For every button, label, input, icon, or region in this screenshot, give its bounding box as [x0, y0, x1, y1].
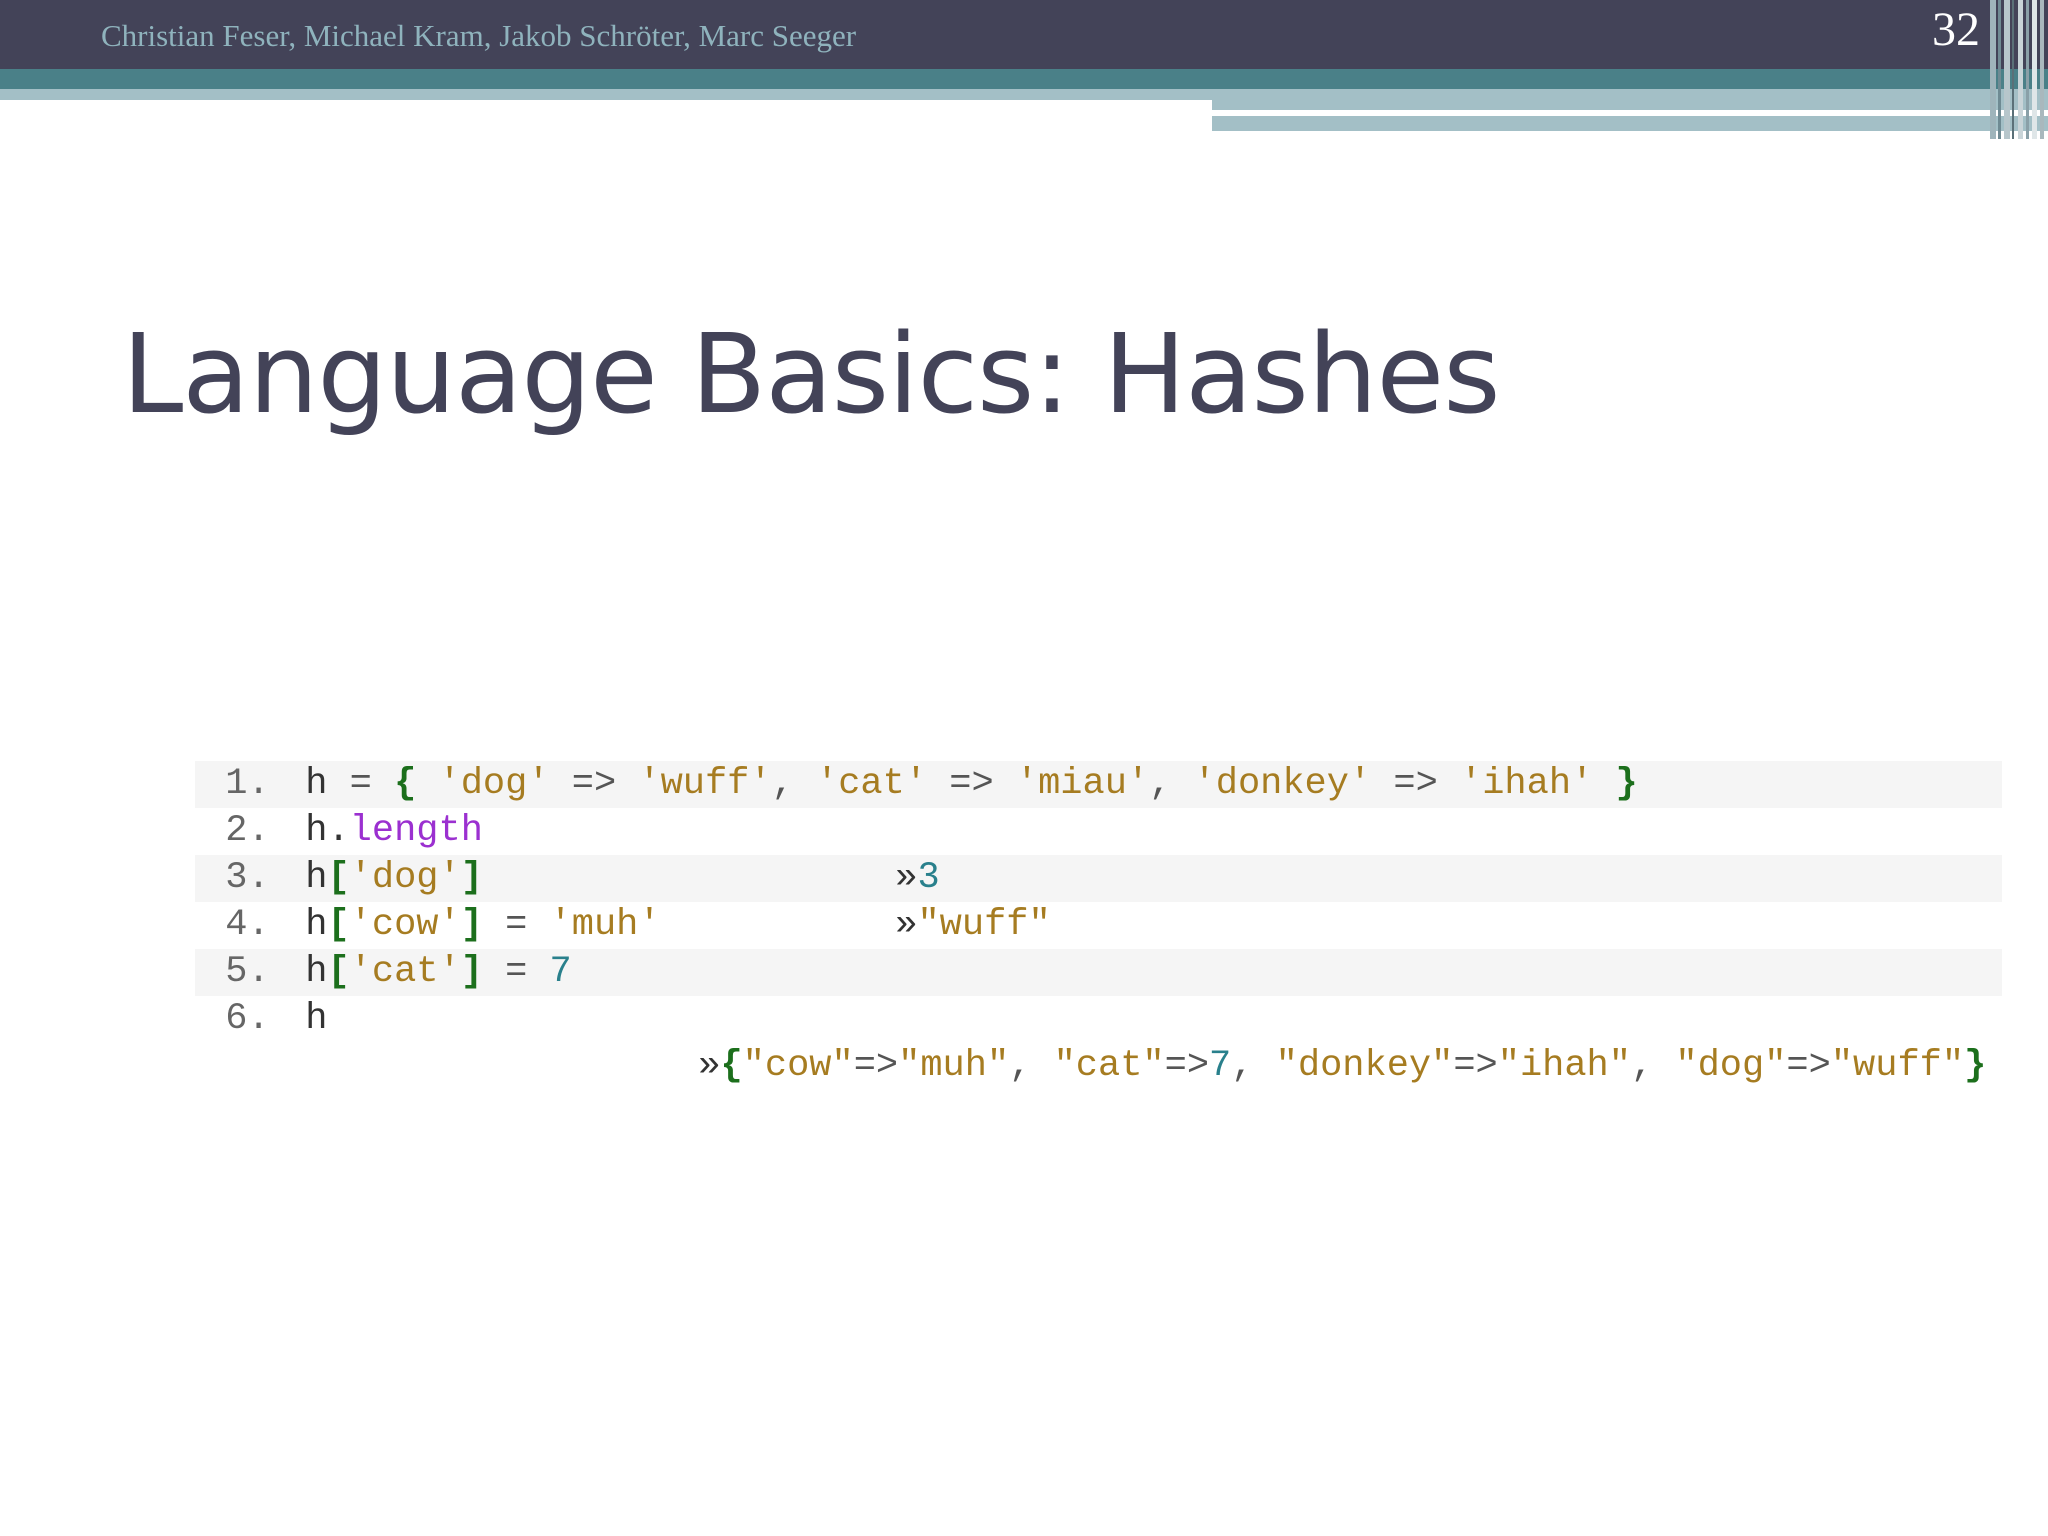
code-token: h — [305, 998, 328, 1040]
code-token: = — [327, 763, 395, 805]
code-token: 'dog' — [416, 763, 550, 805]
code-token: 'miau' — [1015, 763, 1150, 805]
code-block: 1. h = { 'dog' => 'wuff', 'cat' => 'miau'… — [92, 714, 2002, 1087]
code-token: { — [720, 1045, 743, 1087]
code-token: . — [327, 810, 350, 852]
code-token: "cow" — [742, 1045, 854, 1087]
code-token: { — [394, 763, 417, 805]
code-token: } — [1964, 1045, 1987, 1087]
code-line: 1. h = { 'dog' => 'wuff', 'cat' => 'miau'… — [92, 714, 2002, 805]
code-token: [ — [327, 951, 350, 993]
code-token: 7 — [1209, 1045, 1232, 1087]
line-number: 6. — [225, 998, 270, 1040]
code-token: 7 — [549, 951, 572, 993]
code-token: 'cat' — [816, 763, 928, 805]
code-token: 'cow' — [349, 904, 461, 946]
line-number: 4. — [225, 904, 270, 946]
code-token: , — [1630, 1045, 1676, 1087]
code-token: => — [1164, 1045, 1210, 1087]
code-token: "cat" — [1053, 1045, 1165, 1087]
line-number: 5. — [225, 951, 270, 993]
result-arrow: » — [698, 1045, 721, 1087]
code-token: => — [1453, 1045, 1498, 1087]
result-value: "wuff" — [917, 904, 1051, 946]
code-token: h — [305, 951, 328, 993]
code-token: = — [482, 951, 550, 993]
line-number: 1. — [225, 763, 270, 805]
decorative-stripe — [0, 89, 1212, 100]
code-token: [ — [327, 857, 350, 899]
code-token: , — [771, 763, 817, 805]
code-token: "donkey" — [1275, 1045, 1454, 1087]
code-token: h — [305, 904, 328, 946]
result-arrow: » — [895, 904, 918, 946]
slide-title: Language Basics: Hashes — [122, 310, 1501, 438]
authors-text: Christian Feser, Michael Kram, Jakob Sch… — [101, 18, 857, 53]
code-token: h — [305, 810, 328, 852]
slide: Christian Feser, Michael Kram, Jakob Sch… — [0, 0, 2048, 1536]
code-token: 'muh' — [549, 904, 661, 946]
code-token: => — [927, 763, 1016, 805]
result-value: 3 — [917, 857, 940, 899]
line-number: 2. — [225, 810, 270, 852]
code-token: 'dog' — [349, 857, 461, 899]
slide-number: 32 — [1932, 3, 1980, 56]
code-token: => — [853, 1045, 899, 1087]
code-token: "wuff" — [1830, 1045, 1965, 1087]
code-token: = — [482, 904, 550, 946]
code-token: ] — [460, 857, 483, 899]
decorative-stripe — [1212, 89, 2048, 110]
line-number: 3. — [225, 857, 270, 899]
code-token: , — [1009, 1045, 1054, 1087]
code-token: length — [349, 810, 483, 852]
code-token: , — [1231, 1045, 1276, 1087]
code-token: [ — [327, 904, 350, 946]
code-token: "ihah" — [1497, 1045, 1631, 1087]
code-token: ] — [460, 951, 483, 993]
code-token: 'donkey' — [1193, 763, 1372, 805]
code-token: ] — [460, 904, 483, 946]
decorative-vertical-bars — [1990, 0, 2048, 139]
code-token: 'cat' — [349, 951, 461, 993]
code-token: 'ihah' — [1460, 763, 1594, 805]
code-token: => — [1371, 763, 1460, 805]
decorative-stripe — [1653, 131, 2048, 139]
code-token: => — [549, 763, 639, 805]
result-arrow: » — [895, 857, 918, 899]
code-token: "muh" — [898, 1045, 1010, 1087]
code-token: h — [305, 857, 328, 899]
code-token: => — [1786, 1045, 1831, 1087]
code-token: h — [305, 763, 328, 805]
code-token: } — [1593, 763, 1638, 805]
decorative-stripe — [0, 69, 2048, 89]
code-token: , — [1149, 763, 1194, 805]
decorative-stripe — [1212, 116, 2048, 131]
code-token: "dog" — [1675, 1045, 1787, 1087]
code-token: 'wuff' — [638, 763, 772, 805]
